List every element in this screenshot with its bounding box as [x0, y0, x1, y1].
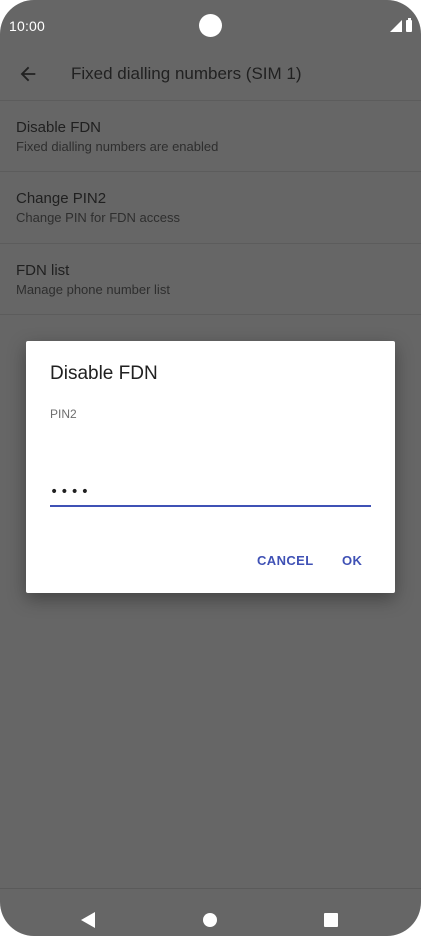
- signal-icon: [390, 20, 402, 32]
- phone-screen: 10:00 Fixed dialling numbers (SIM 1) Dis…: [0, 0, 421, 936]
- navigation-bar: [0, 888, 421, 936]
- status-bar: 10:00: [0, 0, 421, 52]
- list-item-summary: Fixed dialling numbers are enabled: [16, 139, 219, 154]
- front-camera-icon: [199, 14, 222, 37]
- nav-bar-divider: [0, 888, 421, 889]
- disable-fdn-dialog: Disable FDN PIN2 CANCEL OK: [26, 341, 395, 593]
- pin2-input-underline: [50, 505, 371, 507]
- cancel-button[interactable]: CANCEL: [257, 553, 314, 568]
- back-button[interactable]: [12, 58, 44, 90]
- list-item-disable-fdn[interactable]: Disable FDN Fixed dialling numbers are e…: [0, 101, 421, 172]
- list-item-fdn-list[interactable]: FDN list Manage phone number list: [0, 244, 421, 315]
- arrow-back-icon: [20, 66, 36, 82]
- list-item-change-pin2[interactable]: Change PIN2 Change PIN for FDN access: [0, 172, 421, 243]
- pin2-input[interactable]: [50, 478, 371, 506]
- nav-back-icon[interactable]: [80, 912, 96, 928]
- pin2-label: PIN2: [50, 407, 77, 421]
- battery-icon: [406, 18, 412, 32]
- page-title: Fixed dialling numbers (SIM 1): [71, 64, 302, 83]
- list-item-summary: Manage phone number list: [16, 282, 170, 297]
- list-item-title: FDN list: [16, 262, 70, 279]
- list-item-title: Disable FDN: [16, 119, 102, 136]
- ok-button[interactable]: OK: [342, 553, 362, 568]
- nav-recents-icon[interactable]: [324, 913, 338, 927]
- list-divider: [0, 314, 421, 315]
- list-item-title: Change PIN2: [16, 190, 107, 207]
- app-bar: Fixed dialling numbers (SIM 1): [0, 52, 421, 100]
- list-item-summary: Change PIN for FDN access: [16, 210, 181, 225]
- dialog-title: Disable FDN: [50, 363, 158, 384]
- status-icons: [390, 18, 412, 32]
- status-time: 10:00: [9, 18, 46, 34]
- nav-home-icon[interactable]: [203, 913, 217, 927]
